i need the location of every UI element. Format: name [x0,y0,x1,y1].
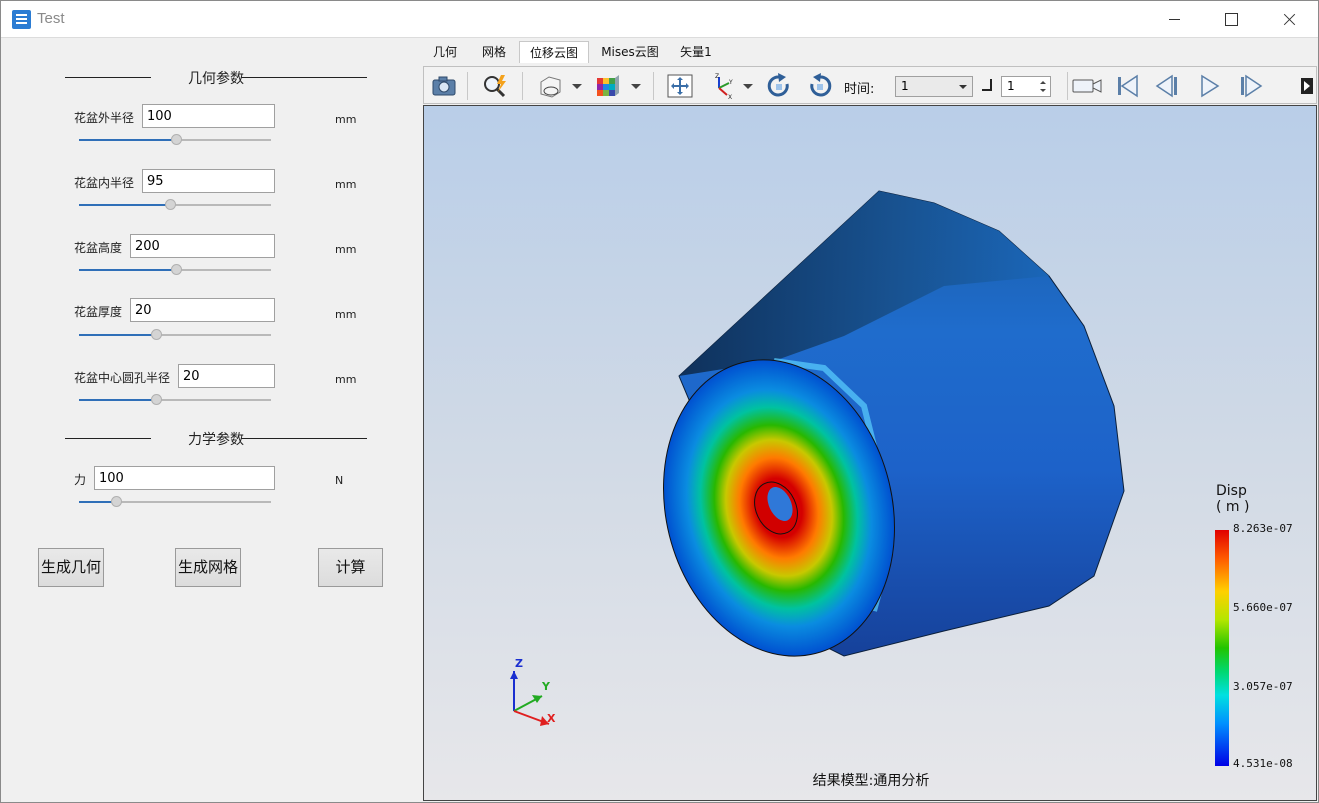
legend-min-value: 4.531e-08 [1233,757,1293,770]
window-title: Test [37,10,65,27]
tab-geometry[interactable]: 几何 [425,41,465,63]
toolbar-overflow-icon[interactable] [1300,72,1314,100]
slider-thumb[interactable] [171,134,182,145]
geometry-section-title: 几何参数 [188,71,244,87]
force-unit: N [335,474,344,487]
step-spinbox[interactable]: 1 [1001,76,1051,97]
outer-radius-label: 花盆外半径 [74,111,135,125]
result-model-label: 结果模型:通用分析 [812,773,930,789]
result-tabs: 几何 网格 位移云图 Mises云图 矢量1 [422,41,1318,63]
mechanics-section-title: 力学参数 [188,432,244,448]
slider-thumb[interactable] [151,329,162,340]
height-slider[interactable] [79,263,271,277]
spin-up-icon[interactable] [1040,81,1046,84]
chevron-down-icon [959,85,967,89]
geometry-section-header: 几何参数 [65,67,367,87]
svg-text:Z: Z [715,73,719,80]
minimize-button[interactable] [1145,1,1203,37]
fem-model [510,190,1125,726]
slider-thumb[interactable] [171,264,182,275]
step-spinbox-value: 1 [1007,79,1015,93]
force-input[interactable] [94,466,275,490]
parameter-panel: 几何参数 花盆外半径 mm 花盆内半径 mm 花盆高度 mm 花盆厚度 mm [2,39,420,802]
compute-button[interactable]: 计算 [318,548,383,587]
slider-thumb[interactable] [165,199,176,210]
triad-y-label: Y [542,680,550,693]
result-panel: 几何 网格 位移云图 Mises云图 矢量1 Z Y X 时间: 1 1 Z Y… [422,39,1318,802]
maximize-button[interactable] [1202,1,1260,37]
outer-radius-input[interactable] [142,104,275,128]
svg-text:Y: Y [728,79,733,86]
slider-thumb[interactable] [151,394,162,405]
display-mode-dropdown[interactable] [572,84,582,89]
time-select-value: 1 [901,79,909,93]
view-toolbar: Z Y X 时间: 1 1 [423,66,1317,104]
legend-color-bar [1215,530,1229,766]
spin-down-icon[interactable] [1040,89,1046,92]
time-label: 时间: [844,82,875,97]
legend-quantity: Disp [1216,483,1247,499]
tab-displacement[interactable]: 位移云图 [519,41,589,63]
svg-text:X: X [728,94,732,100]
outer-radius-slider[interactable] [79,133,271,147]
inner-radius-label: 花盆内半径 [74,176,135,190]
legend-max-value: 8.263e-07 [1233,522,1293,535]
step-icon [982,79,992,91]
tab-mises[interactable]: Mises云图 [595,41,665,63]
next-frame-icon[interactable] [1236,72,1264,100]
play-icon[interactable] [1195,72,1223,100]
rotate-cw-icon[interactable] [765,72,793,100]
record-icon[interactable] [1071,72,1103,100]
prev-frame-icon[interactable] [1154,72,1182,100]
app-icon [12,10,31,29]
hole-radius-label: 花盆中心圆孔半径 [74,371,171,385]
generate-geometry-button[interactable]: 生成几何 [38,548,104,587]
inner-radius-unit: mm [335,178,357,191]
color-cube-icon[interactable] [594,72,622,100]
triad-z-label: Z [515,657,523,670]
thickness-input[interactable] [130,298,275,322]
thickness-label: 花盆厚度 [74,305,123,319]
first-frame-icon[interactable] [1113,72,1141,100]
time-select[interactable]: 1 [895,76,973,97]
close-button[interactable] [1260,1,1318,37]
thickness-slider[interactable] [79,328,271,342]
height-unit: mm [335,243,357,256]
legend-title: Disp ( m ) [1216,483,1249,515]
inner-radius-slider[interactable] [79,198,271,212]
tab-mesh[interactable]: 网格 [473,41,515,63]
mechanics-section-header: 力学参数 [65,428,367,448]
zoom-icon[interactable] [481,72,509,100]
main-window: Test 几何参数 花盆外半径 mm 花盆内半径 mm 花盆高度 mm [0,0,1319,803]
hole-radius-unit: mm [335,373,357,386]
legend-value-2: 5.660e-07 [1233,601,1293,614]
generate-mesh-button[interactable]: 生成网格 [175,548,241,587]
thickness-unit: mm [335,308,357,321]
tab-vector[interactable]: 矢量1 [674,41,718,63]
triad-x-label: X [547,712,556,725]
hole-radius-input[interactable] [178,364,275,388]
hole-radius-slider[interactable] [79,393,271,407]
rotate-ccw-icon[interactable] [806,72,834,100]
legend-value-3: 3.057e-07 [1233,680,1293,693]
height-label: 花盆高度 [74,241,123,255]
height-input[interactable] [130,234,275,258]
display-mode-icon[interactable] [536,72,564,100]
axis-icon[interactable]: Z Y X [707,72,735,100]
color-cube-dropdown[interactable] [631,84,641,89]
force-slider[interactable] [79,495,271,509]
3d-viewport[interactable]: Z Y X Disp ( m ) 8.263e-07 5.660e-07 3.0… [423,105,1317,801]
camera-icon[interactable] [430,72,458,100]
slider-thumb[interactable] [111,496,122,507]
title-bar: Test [1,1,1318,38]
legend-unit: ( m ) [1216,499,1250,515]
outer-radius-unit: mm [335,113,357,126]
axis-dropdown[interactable] [743,84,753,89]
inner-radius-input[interactable] [142,169,275,193]
force-label: 力 [74,473,87,487]
fit-view-icon[interactable] [666,72,694,100]
